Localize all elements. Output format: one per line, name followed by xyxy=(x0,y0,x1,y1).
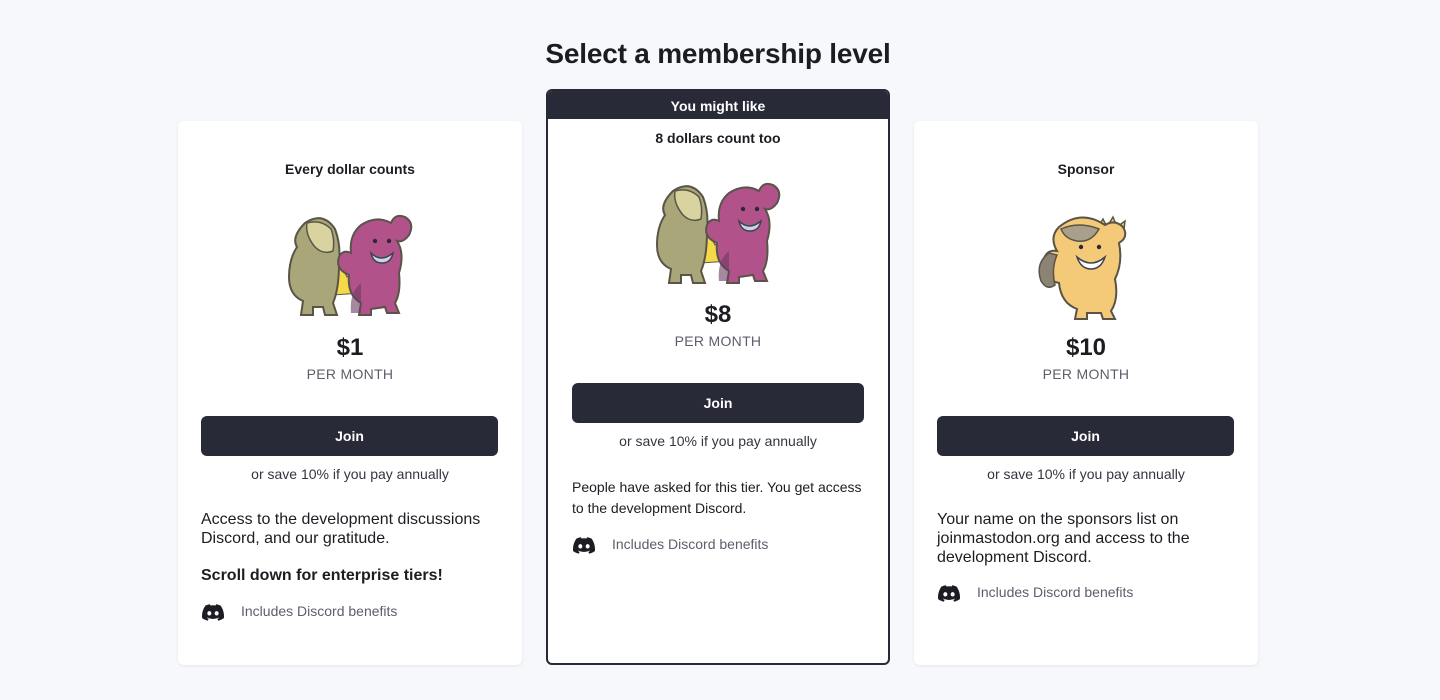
mascot-crown-icon xyxy=(1038,215,1127,320)
annual-savings-note: or save 10% if you pay annually xyxy=(987,466,1185,482)
mascots-high-five-icon xyxy=(655,182,781,284)
price-period: PER MONTH xyxy=(306,366,394,382)
discord-icon xyxy=(202,604,224,621)
discord-icon xyxy=(573,537,595,554)
price-period: PER MONTH xyxy=(674,333,762,349)
annual-savings-note: or save 10% if you pay annually xyxy=(619,433,817,449)
price: $1 xyxy=(336,334,364,361)
tier-card-every-dollar: Every dollar counts $1 PER MONTH Join or… xyxy=(178,121,522,665)
page-title: Select a membership level xyxy=(545,38,891,69)
price-period: PER MONTH xyxy=(1042,366,1130,382)
join-button[interactable]: Join xyxy=(201,416,498,456)
enterprise-note: Scroll down for enterprise tiers! xyxy=(201,567,443,584)
benefit-label: Includes Discord benefits xyxy=(977,584,1134,600)
discord-icon xyxy=(938,585,960,602)
annual-savings-note: or save 10% if you pay annually xyxy=(251,466,449,482)
tier-description: People have asked for this tier. You get… xyxy=(572,479,862,516)
tier-name: Every dollar counts xyxy=(285,161,415,177)
tier-card-sponsor: Sponsor $10 PER MONTH Join or save 10% i… xyxy=(914,121,1258,665)
tier-name: Sponsor xyxy=(1057,161,1115,177)
benefit-label: Includes Discord benefits xyxy=(241,603,398,619)
mascots-high-five-icon xyxy=(287,214,413,316)
tier-name: 8 dollars count too xyxy=(655,130,781,146)
tier-description: Your name on the sponsors list on joinma… xyxy=(937,511,1190,566)
join-button[interactable]: Join xyxy=(937,416,1234,456)
price: $8 xyxy=(704,301,732,328)
tier-description: Access to the development discussions Di… xyxy=(201,511,481,547)
price: $10 xyxy=(1065,334,1107,361)
join-button[interactable]: Join xyxy=(572,383,864,423)
benefit-label: Includes Discord benefits xyxy=(612,536,769,552)
recommended-ribbon: You might like xyxy=(548,91,888,119)
tier-card-eight-dollars: You might like 8 dollars count too $8 PE… xyxy=(546,89,890,665)
